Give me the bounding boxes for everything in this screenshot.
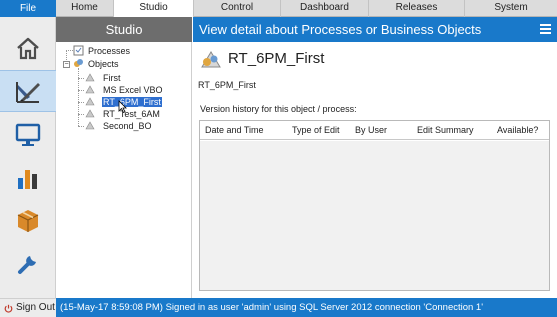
object-icon — [85, 84, 95, 94]
sign-out-label: Sign Out — [16, 302, 55, 313]
object-icon — [85, 96, 95, 106]
object-title: RT_6PM_First — [228, 50, 325, 67]
tab-home[interactable]: Home — [56, 0, 114, 17]
mouse-cursor-icon — [118, 100, 127, 113]
studio-edit-icon — [16, 82, 40, 103]
object-tree: Processes − Objects First MS Excel VBO R… — [56, 42, 192, 298]
status-bar: (15-May-17 8:59:08 PM) Signed in as user… — [56, 298, 557, 317]
bar-chart-icon — [18, 170, 37, 189]
object-icon — [85, 120, 95, 130]
tree-node-object[interactable]: MS Excel VBO — [102, 84, 164, 96]
power-icon — [4, 304, 13, 313]
column-header-type[interactable]: Type of Edit — [292, 121, 340, 140]
file-menu-button[interactable]: File — [0, 0, 56, 17]
version-history-table[interactable]: Date and Time Type of Edit By User Edit … — [199, 120, 550, 291]
tree-node-object[interactable]: RT_Test_6AM — [102, 108, 161, 120]
tree-node-object-selected[interactable]: RT_6PM_First — [102, 96, 162, 108]
object-subtitle: RT_6PM_First — [198, 80, 256, 90]
monitor-icon — [15, 123, 41, 146]
objects-folder-icon — [73, 58, 83, 68]
column-header-date[interactable]: Date and Time — [205, 121, 264, 140]
left-nav — [0, 17, 56, 298]
nav-releases[interactable] — [0, 199, 56, 241]
tab-system[interactable]: System — [465, 0, 557, 17]
tree-node-object[interactable]: First — [102, 72, 122, 84]
object-icon — [85, 108, 95, 118]
nav-home[interactable] — [0, 27, 56, 69]
nav-studio[interactable] — [0, 70, 56, 112]
tab-dashboard[interactable]: Dashboard — [281, 0, 369, 17]
detail-panel-title: View detail about Processes or Business … — [193, 17, 557, 42]
nav-control[interactable] — [0, 114, 56, 156]
wrench-icon — [18, 256, 36, 274]
tree-node-processes[interactable]: Processes — [87, 45, 131, 57]
column-header-user[interactable]: By User — [355, 121, 387, 140]
tab-releases[interactable]: Releases — [369, 0, 465, 17]
sign-out-button[interactable]: Sign Out — [0, 298, 56, 317]
home-icon — [17, 37, 39, 60]
tree-node-object[interactable]: Second_BO — [102, 120, 153, 132]
business-object-icon — [201, 51, 221, 68]
main-tab-bar: Home Studio Control Dashboard Releases S… — [56, 0, 557, 18]
tree-node-objects[interactable]: Objects — [87, 58, 120, 70]
expander-minus-icon[interactable]: − — [63, 61, 70, 68]
tab-studio[interactable]: Studio — [114, 0, 194, 18]
nav-dashboard[interactable] — [0, 157, 56, 199]
version-history-label: Version history for this object / proces… — [200, 104, 357, 114]
tab-control[interactable]: Control — [194, 0, 281, 17]
processes-folder-icon — [73, 45, 84, 56]
table-body — [200, 141, 549, 290]
table-header: Date and Time Type of Edit By User Edit … — [200, 121, 549, 140]
object-icon — [85, 72, 95, 82]
nav-system[interactable] — [0, 242, 56, 284]
menu-icon[interactable] — [540, 24, 551, 34]
studio-panel-title: Studio — [56, 17, 192, 42]
package-icon — [17, 210, 39, 232]
column-header-available[interactable]: Available? — [497, 121, 538, 140]
column-header-summary[interactable]: Edit Summary — [417, 121, 474, 140]
